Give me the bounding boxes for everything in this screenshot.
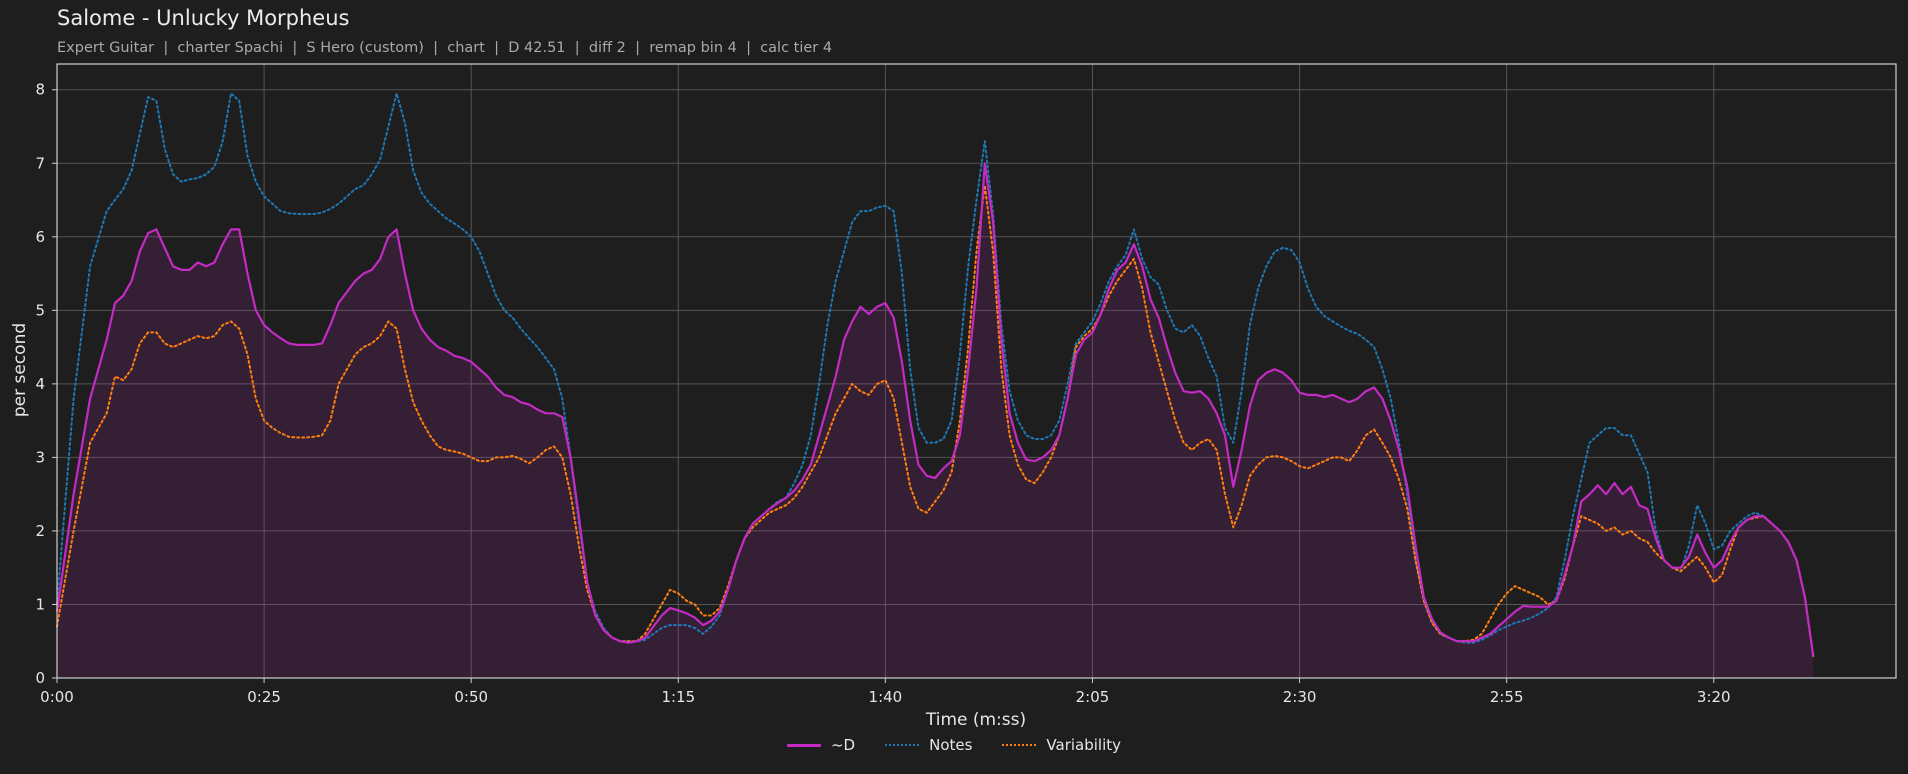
x-tick-label: 2:05 (1076, 688, 1110, 706)
y-tick-label: 6 (35, 228, 45, 246)
x-tick-label: 0:00 (40, 688, 74, 706)
y-tick-label: 5 (35, 301, 45, 319)
legend-swatch-notes (885, 744, 920, 746)
x-axis-label: Time (m:ss) (925, 710, 1026, 730)
x-tick-label: 3:20 (1697, 688, 1731, 706)
legend-label-d: ~D (830, 736, 856, 754)
legend: ~D Notes Variability (0, 736, 1908, 754)
y-tick-label: 8 (35, 81, 45, 99)
x-tick-label: 2:30 (1283, 688, 1317, 706)
y-tick-label: 2 (35, 522, 45, 540)
legend-label-notes: Notes (929, 736, 973, 754)
y-tick-label: 1 (35, 595, 45, 613)
legend-item-variability: Variability (1002, 736, 1121, 754)
legend-swatch-d (786, 743, 821, 747)
legend-label-variability: Variability (1046, 736, 1122, 754)
y-tick-label: 4 (35, 375, 45, 393)
x-tick-label: 1:15 (661, 688, 695, 706)
y-axis-label: per second (10, 323, 30, 417)
x-tick-label: 0:50 (454, 688, 488, 706)
y-tick-label: 7 (35, 154, 45, 172)
x-tick-label: 1:40 (869, 688, 903, 706)
legend-item-d: ~D (786, 736, 856, 754)
y-tick-label: 3 (35, 448, 45, 466)
chart-canvas: 0:00 0:25 0:50 1:15 1:40 2:05 2:30 2:55 3:20 0 1 2 3… (10, 63, 1897, 730)
legend-swatch-variability (1002, 744, 1037, 746)
y-tick-label: 0 (35, 669, 45, 687)
x-tick-label: 2:55 (1490, 688, 1524, 706)
x-tick-label: 0:25 (247, 688, 281, 706)
legend-item-notes: Notes (885, 736, 972, 754)
